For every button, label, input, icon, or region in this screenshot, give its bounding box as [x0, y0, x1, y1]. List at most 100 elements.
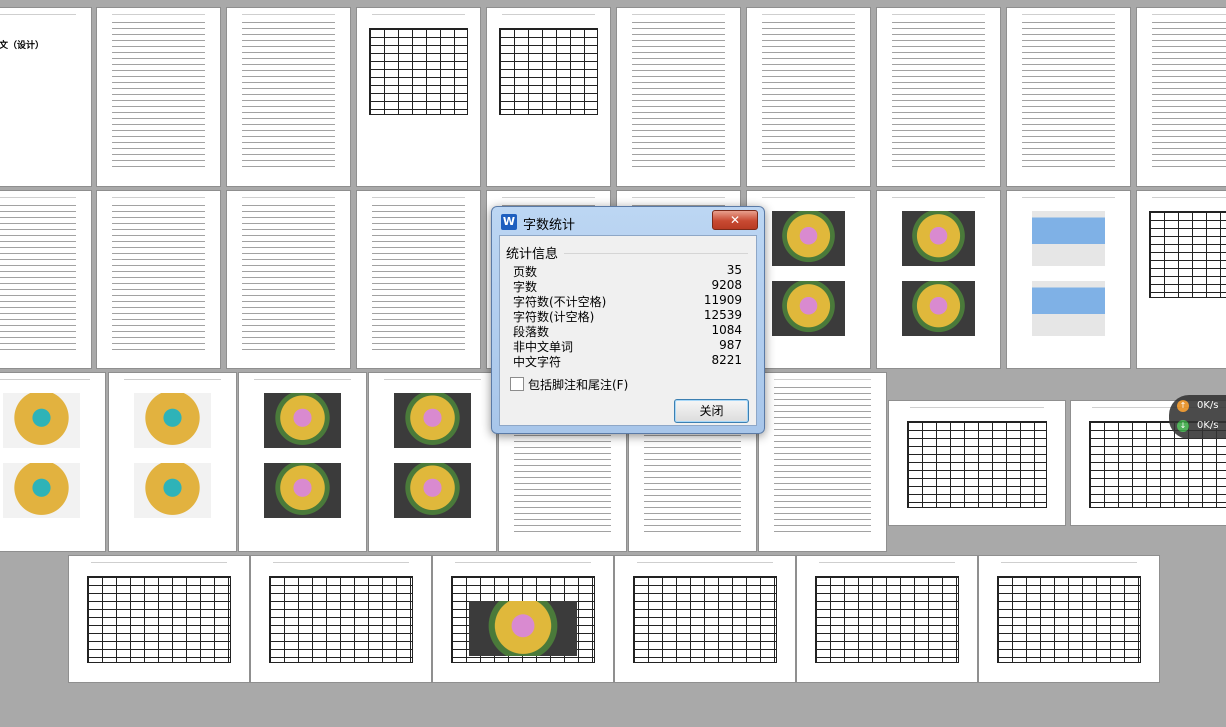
- page-header-rule: [501, 14, 596, 15]
- page-thumbnail[interactable]: [877, 191, 1000, 368]
- page-thumbnail[interactable]: [239, 373, 366, 551]
- page-text-lines: [761, 22, 856, 172]
- page-thumbnail[interactable]: [433, 556, 613, 682]
- stat-label: 字符数(计空格): [513, 310, 595, 324]
- upload-arrow-icon: ↑: [1177, 400, 1189, 412]
- close-button[interactable]: 关闭: [674, 399, 749, 423]
- page-thumbnail[interactable]: 毕业论文（设计）: [0, 8, 91, 186]
- stat-label: 中文字符: [513, 355, 562, 369]
- page-table: [87, 576, 231, 663]
- page-header-rule: [111, 197, 206, 198]
- page-figure: [134, 463, 211, 518]
- stat-row-non-chinese-words: 非中文单词 987: [513, 338, 742, 354]
- page-table: [369, 28, 468, 115]
- close-icon[interactable]: ✕: [712, 210, 758, 230]
- page-text-lines: [371, 205, 466, 354]
- thumbnail-page-title: 毕业论文（设计）: [0, 41, 45, 51]
- upload-speed: ↑ 0K/s: [1177, 400, 1219, 412]
- page-figure: [394, 463, 471, 518]
- page-header-rule: [818, 562, 956, 563]
- page-text-lines: [0, 205, 77, 354]
- page-text-lines: [111, 205, 206, 354]
- page-thumbnail[interactable]: [0, 373, 105, 551]
- page-thumbnail[interactable]: [615, 556, 795, 682]
- dialog-titlebar[interactable]: W 字数统计 ✕: [492, 207, 764, 235]
- stats-group-title: 统计信息: [506, 247, 559, 262]
- page-thumbnail[interactable]: [747, 191, 870, 368]
- page-header-rule: [636, 562, 774, 563]
- page-text-lines: [111, 22, 206, 172]
- stat-row-paragraphs: 段落数 1084: [513, 323, 742, 339]
- page-header-rule: [761, 197, 856, 198]
- word-count-dialog: W 字数统计 ✕ 统计信息 页数 35 字数 9208 字符数(不计空格) 11…: [491, 206, 765, 434]
- page-header-rule: [0, 14, 77, 15]
- page-thumbnail[interactable]: [759, 373, 886, 551]
- page-thumbnail[interactable]: [0, 191, 91, 368]
- page-table: [815, 576, 959, 663]
- page-header-rule: [241, 197, 336, 198]
- group-divider: [564, 253, 748, 254]
- page-text-lines: [241, 205, 336, 354]
- page-header-rule: [1151, 197, 1226, 198]
- page-thumbnail[interactable]: [487, 8, 610, 186]
- page-thumbnail[interactable]: [1137, 8, 1226, 186]
- page-header-rule: [111, 14, 206, 15]
- page-thumbnail[interactable]: [227, 8, 350, 186]
- page-thumbnail[interactable]: [369, 373, 496, 551]
- page-text-lines: [1021, 22, 1116, 172]
- page-thumbnail[interactable]: [877, 8, 1000, 186]
- stat-value: 987: [719, 338, 742, 352]
- stat-value: 9208: [711, 278, 742, 292]
- page-header-rule: [761, 14, 856, 15]
- page-figure: [394, 393, 471, 448]
- page-header-rule: [1021, 14, 1116, 15]
- page-header-rule: [631, 14, 726, 15]
- page-thumbnail[interactable]: [227, 191, 350, 368]
- page-header-rule: [1000, 562, 1138, 563]
- download-speed: ↓ 0K/s: [1177, 420, 1219, 432]
- page-thumbnail[interactable]: [69, 556, 249, 682]
- page-thumbnail[interactable]: [1137, 191, 1226, 368]
- page-thumbnail[interactable]: [357, 8, 480, 186]
- page-thumbnail[interactable]: [1007, 8, 1130, 186]
- stat-value: 8221: [711, 353, 742, 367]
- page-figure: [1031, 281, 1106, 336]
- dialog-title: 字数统计: [523, 218, 576, 233]
- page-thumbnail[interactable]: [797, 556, 977, 682]
- network-speed-widget[interactable]: ↑ 0K/s ↓ 0K/s: [1169, 395, 1226, 439]
- page-table: [633, 576, 777, 663]
- page-thumbnail[interactable]: [889, 401, 1065, 525]
- page-header-rule: [124, 379, 221, 380]
- page-thumbnail[interactable]: [97, 191, 220, 368]
- stat-label: 非中文单词: [513, 340, 574, 354]
- page-figure: [771, 211, 846, 266]
- page-header-rule: [90, 562, 228, 563]
- page-header-rule: [0, 197, 77, 198]
- page-figure: [901, 281, 976, 336]
- page-thumbnail[interactable]: [617, 8, 740, 186]
- stat-row-words: 字数 9208: [513, 278, 742, 294]
- download-arrow-icon: ↓: [1177, 420, 1189, 432]
- stat-label: 字符数(不计空格): [513, 295, 607, 309]
- page-thumbnail[interactable]: [1007, 191, 1130, 368]
- include-footnotes-label[interactable]: 包括脚注和尾注(F): [528, 376, 628, 393]
- page-text-lines: [774, 387, 871, 537]
- page-header-rule: [774, 379, 871, 380]
- page-header-rule: [631, 197, 726, 198]
- page-thumbnail[interactable]: [109, 373, 236, 551]
- page-header-rule: [371, 197, 466, 198]
- dialog-body: 统计信息 页数 35 字数 9208 字符数(不计空格) 11909 字符数(计…: [499, 235, 757, 426]
- page-thumbnail[interactable]: [357, 191, 480, 368]
- page-header-rule: [891, 197, 986, 198]
- stat-row-pages: 页数 35: [513, 263, 742, 279]
- include-footnotes-checkbox[interactable]: [510, 377, 524, 391]
- page-thumbnail[interactable]: [97, 8, 220, 186]
- page-figure: [901, 211, 976, 266]
- page-header-rule: [1151, 14, 1226, 15]
- page-thumbnail[interactable]: [747, 8, 870, 186]
- page-header-rule: [384, 379, 481, 380]
- page-thumbnail[interactable]: [251, 556, 431, 682]
- stat-value: 1084: [711, 323, 742, 337]
- page-thumbnail[interactable]: [979, 556, 1159, 682]
- page-figure: [264, 463, 341, 518]
